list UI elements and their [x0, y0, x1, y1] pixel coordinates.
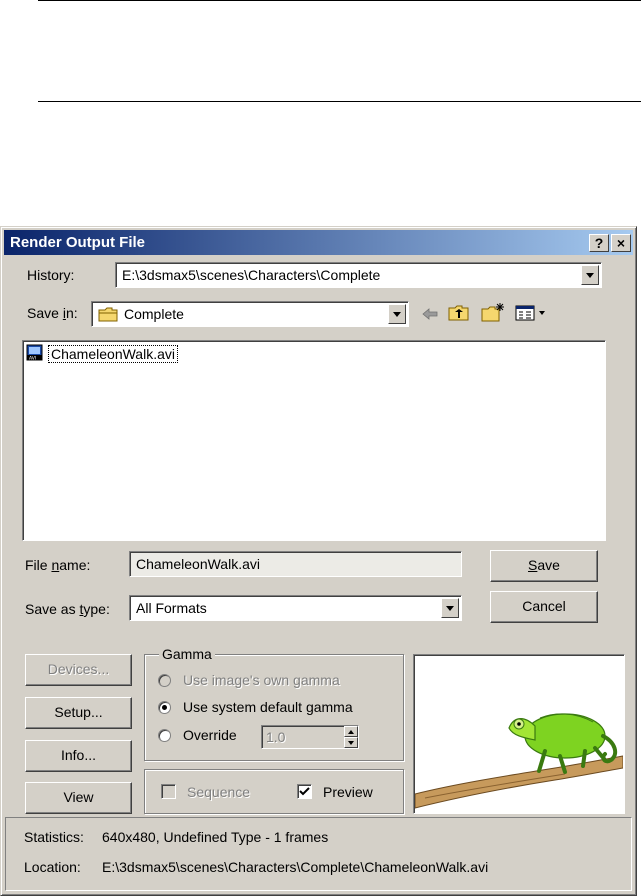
new-folder-icon[interactable]: [481, 302, 505, 325]
sequence-checkbox[interactable]: [161, 784, 176, 799]
status-panel: Statistics: 640x480, Undefined Type - 1 …: [5, 817, 632, 891]
file-name-text: ChameleonWalk.avi: [48, 345, 178, 363]
render-output-file-dialog: Render Output File ? × History: E:\3dsma…: [0, 226, 637, 896]
system-gamma-label: Use system default gamma: [183, 699, 353, 715]
avi-file-icon: AVI: [26, 344, 44, 365]
cancel-button[interactable]: Cancel: [490, 591, 598, 623]
top-rule: [38, 0, 641, 1]
save-in-label: Save in:: [27, 305, 78, 321]
folder-icon: [98, 307, 118, 325]
save-button[interactable]: Save: [490, 550, 598, 582]
save-as-type-label: Save as type:: [25, 601, 110, 617]
statistics-label: Statistics:: [24, 829, 84, 845]
override-gamma-spinner[interactable]: 1.0: [261, 725, 359, 749]
file-name-value: ChameleonWalk.avi: [136, 556, 260, 572]
info-button[interactable]: Info...: [25, 740, 132, 772]
history-label: History:: [27, 267, 75, 283]
spinner-up-button[interactable]: [344, 726, 358, 737]
save-in-combo[interactable]: Complete: [91, 301, 409, 327]
back-arrow-icon[interactable]: [421, 307, 439, 324]
system-gamma-radio[interactable]: [158, 701, 171, 714]
preview-label: Preview: [323, 784, 373, 800]
check-icon: [299, 787, 310, 796]
own-gamma-label: Use image's own gamma: [183, 672, 340, 688]
location-value: E:\3dsmax5\scenes\Characters\Complete\Ch…: [102, 859, 489, 875]
spinner-down-button[interactable]: [344, 737, 358, 748]
save-as-type-value: All Formats: [136, 600, 207, 616]
statistics-value: 640x480, Undefined Type - 1 frames: [102, 829, 329, 845]
gamma-group: Gamma Use image's own gamma Use system d…: [144, 646, 404, 761]
file-name-input[interactable]: ChameleonWalk.avi: [129, 551, 462, 577]
own-gamma-radio[interactable]: [158, 674, 171, 687]
override-gamma-radio[interactable]: [158, 729, 171, 742]
close-button[interactable]: ×: [611, 234, 631, 252]
chameleon-on-branch-image: [415, 713, 623, 809]
up-folder-icon[interactable]: [448, 304, 470, 325]
save-in-value: Complete: [124, 306, 184, 322]
sequence-label: Sequence: [187, 784, 251, 800]
gamma-group-title: Gamma: [159, 646, 215, 662]
save-as-type-dropdown-button[interactable]: [441, 598, 459, 618]
help-icon: ?: [594, 235, 604, 251]
save-in-dropdown-button[interactable]: [388, 304, 406, 324]
location-label: Location:: [24, 859, 81, 875]
override-gamma-value: 1.0: [266, 729, 286, 745]
history-value: E:\3dsmax5\scenes\Characters\Complete: [122, 267, 381, 283]
history-dropdown-button[interactable]: [581, 265, 599, 285]
override-gamma-label: Override: [183, 727, 237, 743]
devices-button[interactable]: Devices...: [25, 654, 132, 686]
view-button[interactable]: View: [25, 782, 132, 814]
preview-checkbox[interactable]: [297, 784, 312, 799]
setup-button[interactable]: Setup...: [25, 697, 132, 729]
svg-text:AVI: AVI: [29, 356, 36, 362]
file-name-label: File name:: [25, 557, 91, 573]
file-list[interactable]: AVI ChameleonWalk.avi: [22, 340, 606, 541]
history-combo[interactable]: E:\3dsmax5\scenes\Characters\Complete: [115, 262, 602, 288]
save-as-type-combo[interactable]: All Formats: [129, 595, 462, 621]
title-bar[interactable]: Render Output File ? ×: [4, 230, 633, 255]
bottom-rule: [38, 101, 641, 102]
view-menu-icon[interactable]: [515, 305, 551, 324]
help-button[interactable]: ?: [589, 234, 609, 252]
dialog-title: Render Output File: [10, 234, 145, 251]
options-group: Sequence Preview: [144, 769, 404, 814]
preview-image: [413, 654, 625, 814]
close-icon: ×: [616, 235, 626, 251]
